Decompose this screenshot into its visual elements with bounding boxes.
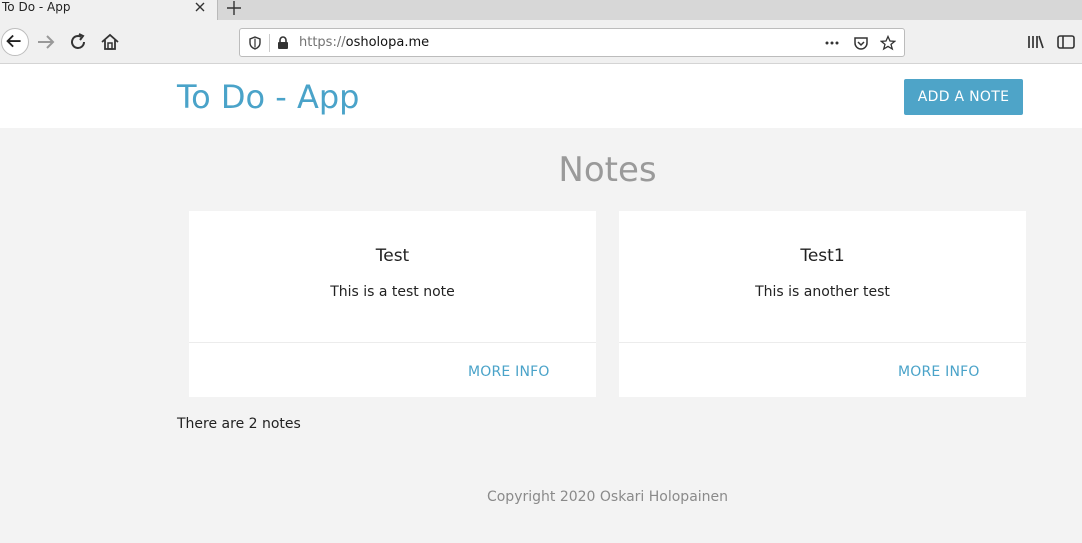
pocket-icon[interactable] [853,35,869,51]
bookmark-star-icon[interactable] [880,35,896,51]
more-info-link[interactable]: MORE INFO [898,363,980,381]
note-card: Test1 This is another test MORE INFO [619,211,1026,397]
more-actions-icon[interactable] [824,35,840,51]
footer-copyright: Copyright 2020 Oskari Holopainen [486,489,729,505]
card-divider [189,342,596,343]
app-brand[interactable]: To Do - App [177,78,359,116]
lock-icon[interactable] [275,35,291,51]
browser-tab[interactable]: To Do - App [0,0,218,20]
url-host: osholopa.me [345,35,430,50]
new-tab-icon[interactable] [226,0,242,16]
tab-title: To Do - App [2,0,71,14]
add-note-button[interactable]: ADD A NOTE [904,79,1023,115]
card-divider [619,342,1026,343]
url-separator [269,34,270,52]
notes-count: There are 2 notes [177,416,301,432]
browser-toolbar: https://osholopa.me [0,20,1082,64]
shield-icon[interactable] [247,35,263,51]
note-title: Test1 [800,246,845,266]
url-bar[interactable]: https://osholopa.me [239,28,905,57]
note-text: This is a test note [330,284,455,300]
note-text: This is another test [755,284,890,300]
tab-bar: To Do - App [0,0,1082,20]
reload-icon[interactable] [67,31,89,53]
sidebar-icon[interactable] [1055,31,1077,53]
forward-icon[interactable] [35,31,57,53]
notes-heading: Notes [558,150,657,190]
arrow-left-icon [6,34,21,48]
library-icon[interactable] [1025,31,1047,53]
note-card: Test This is a test note MORE INFO [189,211,596,397]
more-info-link[interactable]: MORE INFO [468,363,550,381]
back-button[interactable] [1,28,29,56]
page-content: To Do - App ADD A NOTE Notes Test This i… [0,64,1082,543]
close-tab-icon[interactable] [193,0,207,14]
home-icon[interactable] [99,31,121,53]
url-text[interactable]: https://osholopa.me [299,35,429,51]
note-title: Test [375,246,410,266]
url-scheme: https:// [299,35,346,50]
app-header: To Do - App ADD A NOTE [0,64,1082,128]
